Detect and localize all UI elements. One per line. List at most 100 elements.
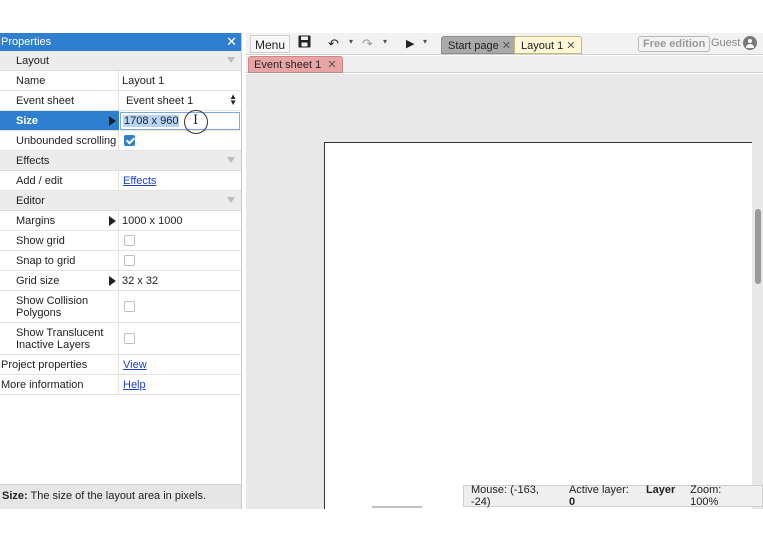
free-edition-badge[interactable]: Free edition [638,36,711,52]
close-icon[interactable]: ✕ [327,59,336,71]
section-effects[interactable]: Effects [0,151,241,171]
row-show-translucent-layers[interactable]: Show Translucent Inactive Layers [0,323,241,355]
status-bar: Mouse: (-163, -24) Active layer: Layer 0… [463,484,763,508]
prop-name-value[interactable]: Layout 1 [119,71,241,90]
row-unbounded-scrolling[interactable]: Unbounded scrolling [0,131,241,151]
close-icon[interactable]: ✕ [566,40,575,52]
undo-dropdown-icon[interactable]: ▾ [349,37,353,46]
row-more-information[interactable]: More information Help [0,375,241,395]
show-collision-polygons-checkbox[interactable] [124,301,135,312]
event-sheet-select[interactable]: Event sheet 1 ▲ ▼ [119,91,241,110]
unbounded-scrolling-checkbox[interactable] [124,135,135,146]
grid-size-value[interactable]: 32 x 32 [119,271,241,290]
secondary-tab-bar: Event sheet 1 ✕ [246,56,763,73]
prop-size-label: Size [0,111,119,130]
prop-unbounded-label: Unbounded scrolling [0,131,119,150]
save-icon[interactable] [298,35,311,53]
active-layer: Active layer: Layer 0 [569,484,676,508]
tab-layout-1-label: Layout 1 [521,40,564,52]
zoom-level: Zoom: 100% [690,484,722,508]
guest-label[interactable]: Guest [711,37,740,49]
play-dropdown-icon[interactable]: ▾ [423,37,427,46]
size-input[interactable]: 1708 x 960 [120,109,240,134]
prop-show-grid-label: Show grid [0,231,119,250]
text-cursor-icon [184,109,208,134]
redo-dropdown-icon[interactable]: ▾ [383,37,387,46]
row-grid-size[interactable]: Grid size 32 x 32 [0,271,241,291]
play-icon[interactable]: ▶ [406,35,414,53]
horizontal-scrollbar[interactable] [372,506,422,508]
view-link[interactable]: View [123,359,147,371]
snap-to-grid-checkbox[interactable] [124,255,135,266]
row-show-collision-polygons[interactable]: Show Collision Polygons [0,291,241,323]
layout-canvas[interactable] [324,142,752,509]
user-icon[interactable] [743,36,757,50]
project-cell: View [119,355,241,374]
properties-title-bar: Properties ✕ [0,33,241,51]
tab-event-sheet-label: Event sheet 1 [254,59,322,71]
prop-grid-size-label: Grid size [0,271,119,290]
help-link[interactable]: Help [123,379,146,391]
undo-icon[interactable]: ↶ [328,35,339,53]
properties-panel: Properties ✕ Layout Name Layout 1 Event … [0,33,242,509]
expand-triangle-icon[interactable] [109,275,116,286]
row-margins[interactable]: Margins 1000 x 1000 [0,211,241,231]
close-icon[interactable]: ✕ [226,33,237,50]
prop-snap-label: Snap to grid [0,251,119,270]
redo-icon[interactable]: ↷ [362,35,373,53]
prop-grid-size-label-text: Grid size [16,274,60,287]
section-editor-label: Editor [16,194,45,207]
vertical-scrollbar[interactable] [755,209,761,284]
section-layout[interactable]: Layout [0,51,241,71]
row-event-sheet[interactable]: Event sheet Event sheet 1 ▲ ▼ [0,91,241,111]
unbounded-cell [119,131,241,150]
row-size[interactable]: Size 1708 x 960 [0,109,241,134]
prop-translucent-label-line1: Show Translucent [16,326,104,339]
mouse-coordinates: Mouse: (-163, -24) [471,484,539,508]
show-grid-cell [119,231,241,250]
description-text: The size of the layout area in pixels. [30,490,207,502]
prop-margins-label: Margins [0,211,119,230]
collapse-triangle-icon[interactable] [227,197,235,203]
description-key: Size: [2,490,28,502]
collapse-triangle-icon[interactable] [227,57,235,63]
collision-cell [119,291,241,322]
size-field-wrap: 1708 x 960 [119,109,241,134]
margins-value[interactable]: 1000 x 1000 [119,211,241,230]
show-translucent-layers-checkbox[interactable] [124,333,135,344]
tab-layout-1[interactable]: Layout 1 ✕ [514,36,583,54]
section-effects-label: Effects [16,154,50,167]
tab-event-sheet-1[interactable]: Event sheet 1 ✕ [248,56,343,73]
prop-collision-label-line1: Show Collision [16,294,89,307]
layout-workspace[interactable] [246,74,763,509]
row-show-grid[interactable]: Show grid [0,231,241,251]
select-arrows-icon: ▲ ▼ [229,92,237,107]
row-project-properties[interactable]: Project properties View [0,355,241,375]
translucent-cell [119,323,241,354]
active-layer-label: Active layer: [568,484,629,496]
section-editor[interactable]: Editor [0,191,241,211]
effects-cell: Effects [119,171,241,190]
expand-triangle-icon[interactable] [109,215,116,226]
prop-name-label: Name [0,71,119,90]
tab-start-page-label: Start page [448,40,499,52]
prop-collision-label: Show Collision Polygons [0,291,119,322]
close-icon[interactable]: ✕ [502,40,511,52]
snap-cell [119,251,241,270]
prop-size-label-text: Size [16,114,39,127]
effects-link[interactable]: Effects [123,175,156,187]
prop-add-edit-label: Add / edit [0,171,119,190]
prop-margins-label-text: Margins [16,214,56,227]
prop-translucent-label-line2: Inactive Layers [16,338,90,351]
section-layout-label: Layout [16,54,50,67]
row-snap-to-grid[interactable]: Snap to grid [0,251,241,271]
expand-triangle-icon[interactable] [109,115,116,126]
collapse-triangle-icon[interactable] [227,157,235,163]
menu-button[interactable]: Menu [250,35,291,53]
show-grid-checkbox[interactable] [124,235,135,246]
row-name[interactable]: Name Layout 1 [0,71,241,91]
tab-start-page[interactable]: Start page ✕ [441,36,518,54]
row-add-edit[interactable]: Add / edit Effects [0,171,241,191]
event-sheet-select-value: Event sheet 1 [126,94,194,107]
prop-collision-label-line2: Polygons [16,306,62,319]
